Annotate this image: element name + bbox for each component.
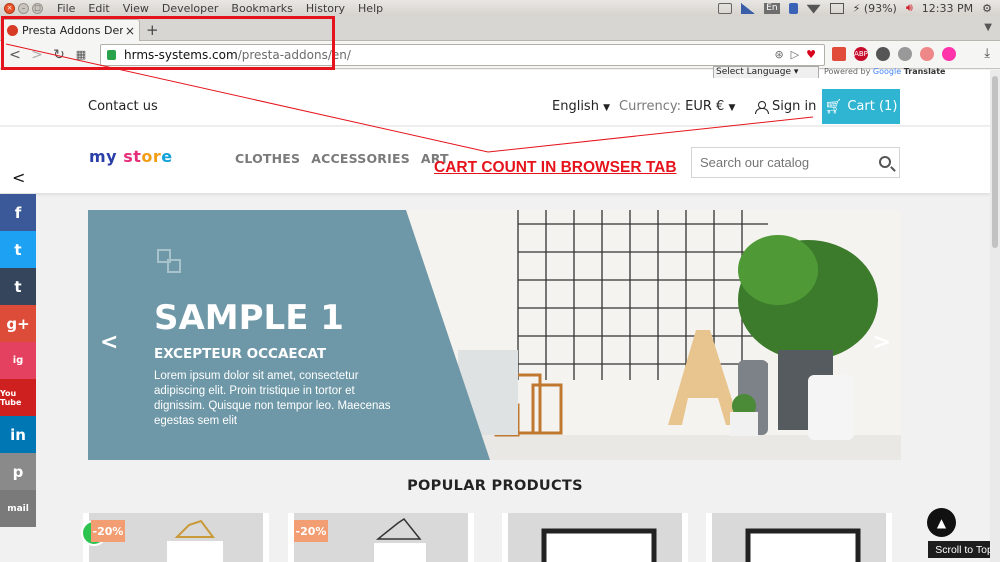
hero-carousel[interactable]: SAMPLE 1 EXCEPTEUR OCCAECAT Lorem ipsum … [88,210,901,460]
google-logo-text: Google [872,67,902,76]
battery-indicator[interactable]: ⚡ (93%) [853,2,897,15]
tab-list-icon[interactable]: ▼ [984,22,992,33]
carousel-next-icon[interactable]: > [873,330,891,355]
frame-image [745,528,861,562]
google-plus-icon[interactable]: g+ [0,305,36,342]
product-image [508,513,682,562]
downloads-icon[interactable]: ⤓ [984,46,990,61]
powered-by-text: Powered by [824,67,871,76]
tab-highlight-box [1,16,335,70]
top-menu: CLOTHES ACCESSORIES ART [235,151,460,166]
menu-item-clothes[interactable]: CLOTHES [235,151,300,166]
email-icon[interactable]: mail [0,490,36,527]
circle-extension-icon[interactable] [876,47,890,61]
menu-history[interactable]: History [306,2,345,15]
instagram-icon[interactable]: ig [0,342,36,379]
search-icon[interactable] [879,156,891,168]
product-card[interactable] [502,513,688,562]
sidebar-collapse-icon[interactable]: < [12,168,25,187]
display-icon[interactable] [718,2,733,14]
tumblr-icon[interactable]: t [0,268,36,305]
section-title: POPULAR PRODUCTS [407,478,583,494]
search-input[interactable] [692,148,862,177]
frame-image [541,528,657,562]
menu-view[interactable]: View [123,2,149,15]
translate-link[interactable]: Translate [904,67,946,76]
language-selector[interactable]: English ▼ [552,99,610,114]
logo-part: or [141,147,162,166]
bookmark-extension-icon[interactable] [832,47,846,61]
battery-level: (93%) [863,1,897,15]
sign-in-link[interactable]: Sign in [755,99,816,114]
scrollbar-thumb[interactable] [992,76,998,248]
system-tray: En ⚡ (93%) 🔊︎ 12:33 PM ⚙ [718,0,1000,16]
menu-item-accessories[interactable]: ACCESSORIES [311,151,410,166]
window-maximize-button[interactable]: □ [32,2,43,14]
chevron-up-icon: ▲ [936,515,947,530]
menu-file[interactable]: File [57,2,75,15]
select-language-label: Select Language [716,67,792,77]
eraser-extension-icon[interactable] [920,47,934,61]
linkedin-icon[interactable]: in [0,416,36,453]
menu-developer[interactable]: Developer [162,2,219,15]
sign-in-label: Sign in [772,99,817,114]
cart-label: Cart (1) [847,99,898,114]
language-value: English [552,99,599,114]
currency-selector[interactable]: Currency: EUR € ▼ [619,99,735,114]
discount-badge: -20% [294,520,328,542]
url-action-icons: ⊛ ▷ ♥ [774,48,816,61]
page-scrollbar[interactable] [990,70,1000,562]
face-extension-icon[interactable] [942,47,956,61]
signal-icon[interactable] [741,2,756,14]
product-card[interactable] [706,513,892,562]
powered-by-google: Powered by Google Translate [824,67,945,76]
user-icon [755,100,769,114]
send-icon[interactable]: ▷ [791,48,799,61]
menu-bookmarks[interactable]: Bookmarks [231,2,292,15]
header-top-bar: Contact us English ▼ Currency: EUR € ▼ S… [0,78,990,126]
slide-description: Lorem ipsum dolor sit amet, consectetur … [154,370,391,427]
window-controls: × – □ [4,2,43,14]
store-logo[interactable]: my store [89,147,173,166]
window-minimize-button[interactable]: – [18,2,29,14]
shopping-cart-icon: 🛒︎ [824,98,843,115]
network-icon[interactable] [806,4,821,14]
currency-value: EUR € [685,99,725,114]
scroll-to-top-button[interactable]: ▲ [927,508,956,537]
menu-edit[interactable]: Edit [88,2,109,15]
heart-icon[interactable]: ♥ [806,48,816,61]
search-widget [691,147,900,178]
youtube-icon[interactable]: You Tube [0,379,36,416]
caret-down-icon: ▼ [603,103,611,113]
twitter-icon[interactable]: t [0,231,36,268]
sync-extension-icon[interactable] [898,47,912,61]
slide-subtitle: EXCEPTEUR OCCAECAT [154,346,327,362]
currency-label: Currency: [619,99,682,114]
os-menubar: × – □ File Edit View Developer Bookmarks… [0,0,1000,16]
logo-part: st [123,147,142,166]
settings-gear-icon[interactable]: ⚙ [982,2,992,15]
app-menu: File Edit View Developer Bookmarks Histo… [57,2,383,15]
volume-icon[interactable]: 🔊︎ [906,1,913,15]
cart-button[interactable]: 🛒︎ Cart (1) [822,89,900,124]
facebook-icon[interactable]: f [0,194,36,231]
slide-title: SAMPLE 1 [154,298,344,338]
window-close-button[interactable]: × [4,2,15,14]
product-image [712,513,886,562]
discount-badge: -20% [91,520,125,542]
annotation-label: CART COUNT IN BROWSER TAB [434,159,677,176]
contact-us-link[interactable]: Contact us [88,99,158,114]
extension-icons: ABP [832,47,956,61]
reader-mode-icon[interactable]: ⊛ [774,48,783,61]
caret-down-icon: ▼ [728,103,736,113]
bluetooth-icon[interactable] [788,2,798,14]
carousel-prev-icon[interactable]: < [100,330,118,355]
mail-icon[interactable] [829,2,844,14]
adblock-icon[interactable]: ABP [854,47,868,61]
logo-part: my [89,147,118,166]
clock[interactable]: 12:33 PM [922,2,973,15]
menu-help[interactable]: Help [358,2,383,15]
keyboard-layout-indicator[interactable]: En [764,2,780,14]
logo-part: e [161,147,173,166]
